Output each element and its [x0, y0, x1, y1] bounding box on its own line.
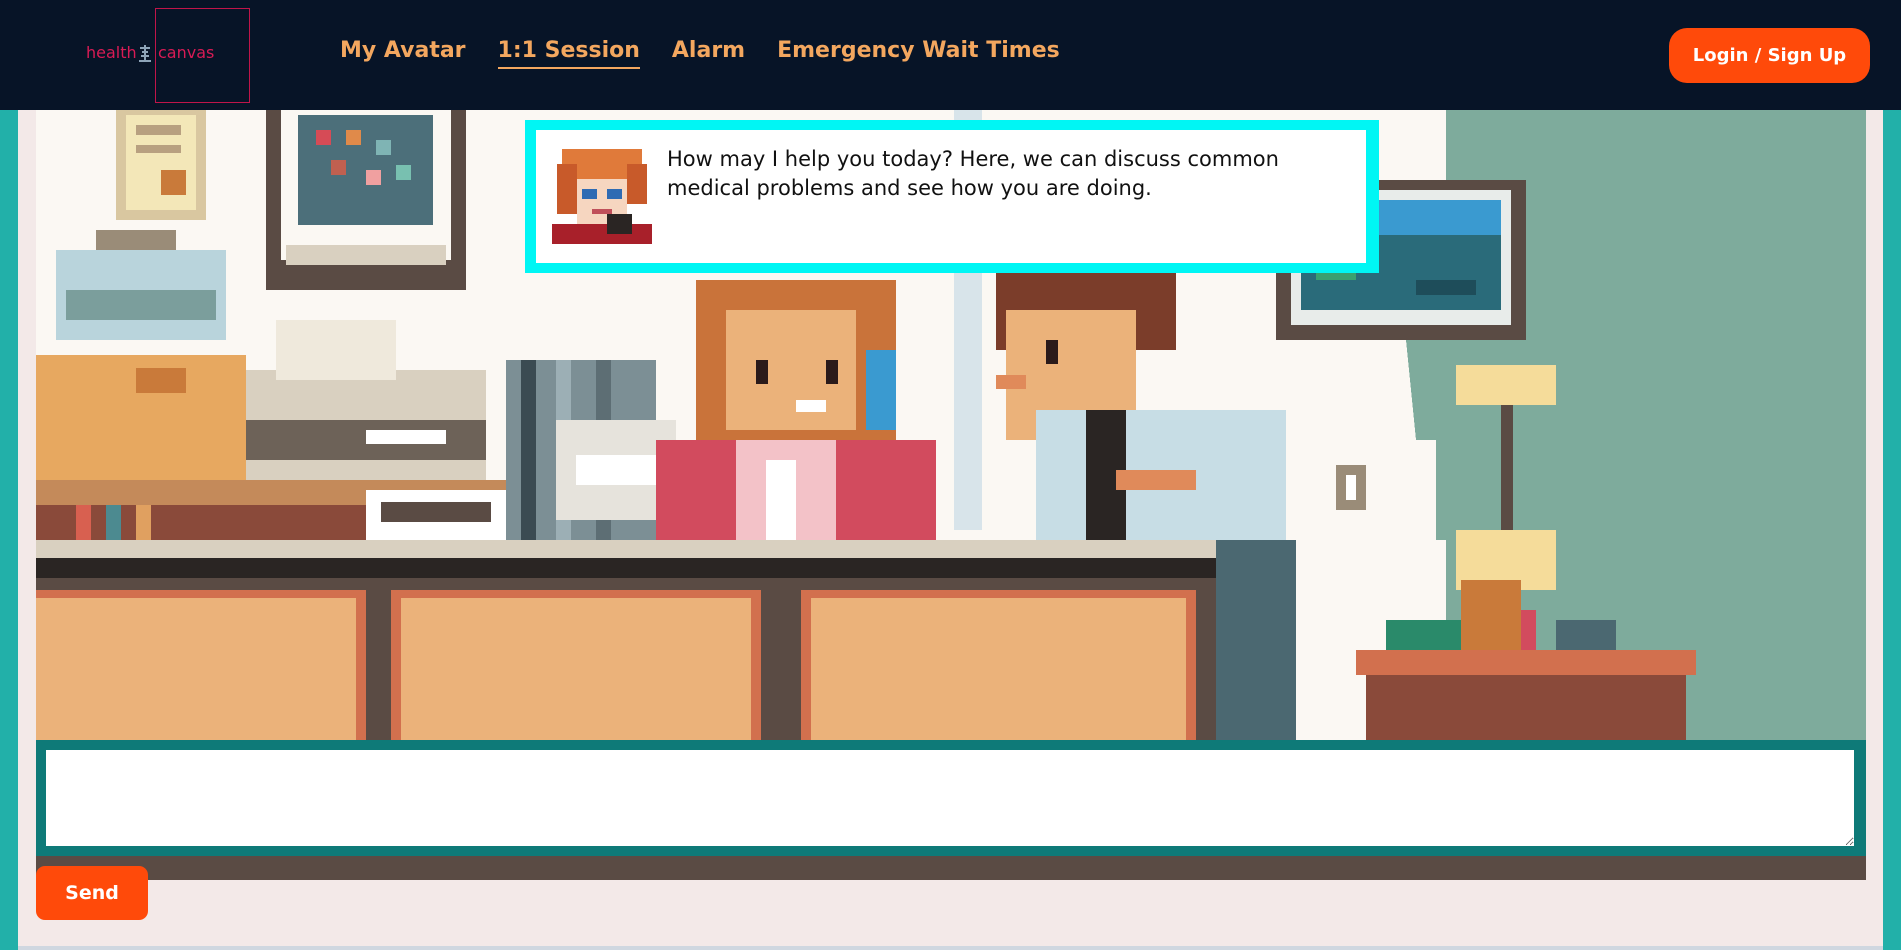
nav-one-on-one-session[interactable]: 1:1 Session [497, 38, 640, 69]
chat-panel [36, 740, 1866, 880]
assistant-message: How may I help you today? Here, we can d… [667, 147, 1279, 200]
chat-input[interactable] [46, 750, 1854, 846]
page-bottom-divider [18, 946, 1883, 950]
nav-emergency-wait-times[interactable]: Emergency Wait Times [777, 38, 1060, 69]
logo-word-canvas: canvas [158, 43, 215, 62]
main-navigation: My Avatar 1:1 Session Alarm Emergency Wa… [340, 38, 1060, 69]
logo-word-health: health [86, 43, 137, 62]
login-signup-button[interactable]: Login / Sign Up [1669, 28, 1870, 83]
nav-my-avatar[interactable]: My Avatar [340, 38, 466, 69]
nav-alarm[interactable]: Alarm [672, 38, 745, 69]
right-border [1883, 110, 1901, 950]
doctor-portrait-icon [552, 144, 652, 244]
top-navbar: health canvas My Avatar 1:1 Session Alar… [0, 0, 1901, 110]
send-button[interactable]: Send [36, 866, 148, 920]
assistant-dialog-box: How may I help you today? Here, we can d… [525, 120, 1379, 273]
dialog-content: How may I help you today? Here, we can d… [536, 130, 1366, 263]
caduceus-logo-icon [139, 45, 151, 62]
left-border [0, 110, 18, 950]
chat-input-frame [36, 740, 1866, 856]
